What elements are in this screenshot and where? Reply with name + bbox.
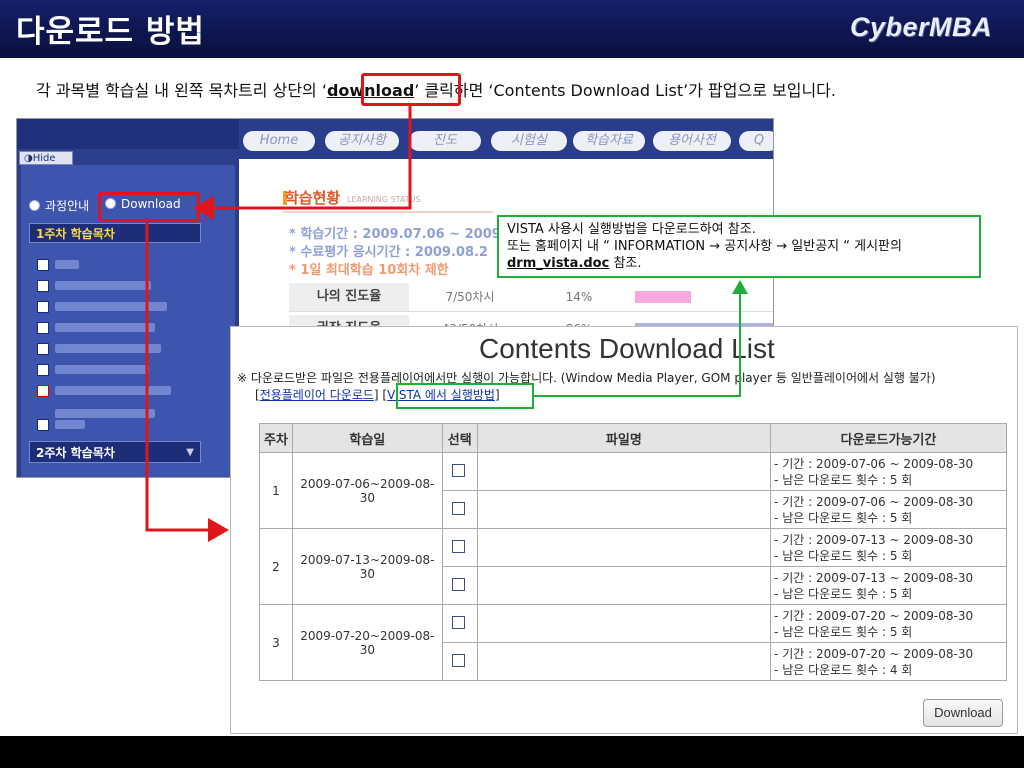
arrow-to-callout <box>532 280 748 397</box>
callout-line1: VISTA 사용시 실행방법을 다운로드하여 참조. <box>507 222 756 237</box>
callout-line2: 또는 홈페이지 내 “ INFORMATION → 공지사항 → 일반공지 “ … <box>507 239 902 254</box>
vista-callout: VISTA 사용시 실행방법을 다운로드하여 참조. 또는 홈페이지 내 “ I… <box>497 215 981 278</box>
arrow-to-download-tab <box>193 103 412 220</box>
highlight-download-tab <box>98 192 200 222</box>
callout-line3: drm_vista.doc 참조. <box>507 255 971 272</box>
callout-suffix: 참조. <box>609 256 642 271</box>
arrow-to-popup <box>145 218 229 542</box>
highlight-download-keyword <box>361 73 461 106</box>
callout-doc-name: drm_vista.doc <box>507 256 610 271</box>
highlight-vista-link <box>396 383 534 409</box>
footer-bar <box>0 736 1024 768</box>
